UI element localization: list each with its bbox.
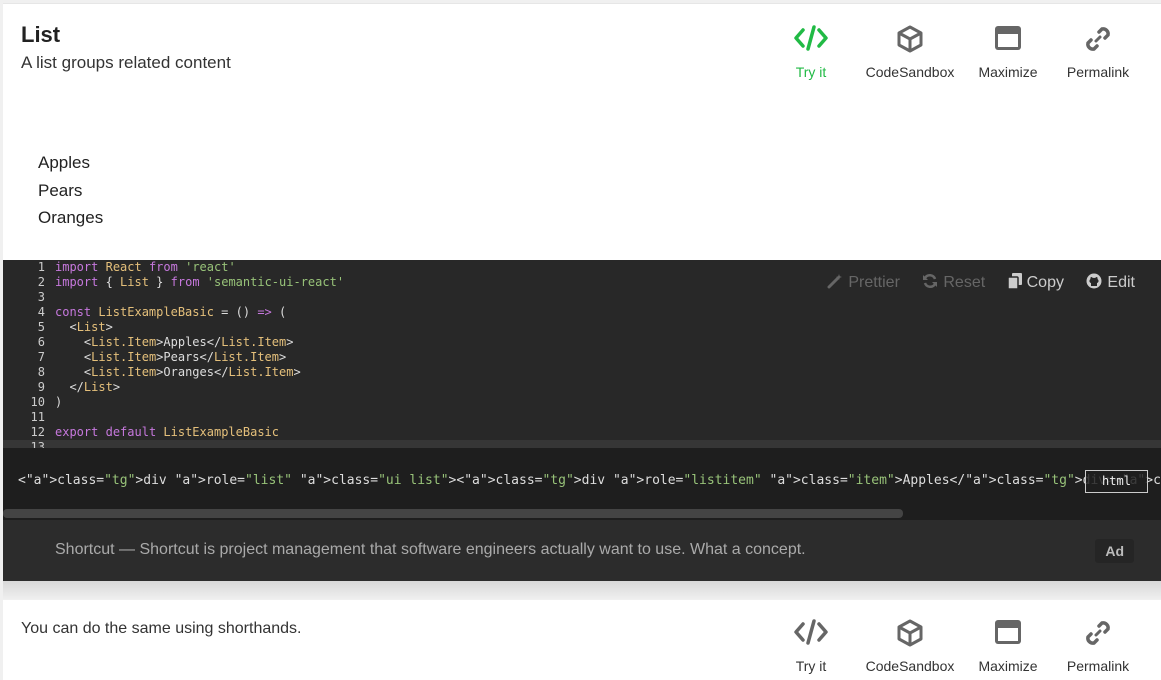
code-line: import { List } from 'semantic-ui-react' <box>55 275 345 289</box>
line-number: 7 <box>37 350 45 364</box>
prettier-button[interactable]: Prettier <box>827 273 900 292</box>
list-item: Apples <box>38 153 90 172</box>
example-title: List <box>21 22 61 47</box>
try-it-label: Try it <box>795 658 827 674</box>
line-number: 1 <box>37 260 45 274</box>
line-number: 3 <box>37 290 45 304</box>
copy-label: Copy <box>1026 274 1064 291</box>
try-it-label: Try it <box>795 64 827 80</box>
line-number: 5 <box>37 320 45 334</box>
line-number: 8 <box>37 365 45 379</box>
maximize-label: Maximize <box>978 64 1038 80</box>
line-number: 12 <box>30 425 45 439</box>
code-icon <box>761 25 861 57</box>
line-number: 6 <box>37 335 45 349</box>
code-line: <List.Item>Apples</List.Item> <box>83 335 294 349</box>
line-number: 10 <box>30 395 45 409</box>
prettier-label: Prettier <box>848 274 900 291</box>
codesandbox-label: CodeSandbox <box>865 64 955 80</box>
carbon-ad[interactable]: Shortcut — Shortcut is project managemen… <box>3 520 1161 581</box>
code-line: export default ListExampleBasic <box>55 425 279 439</box>
permalink-label: Permalink <box>1066 658 1130 674</box>
code-line: import React from 'react' <box>55 260 236 274</box>
code-line: <List.Item>Oranges</List.Item> <box>83 365 301 379</box>
ad-badge: Ad <box>1095 539 1134 563</box>
list-item: Pears <box>38 180 83 200</box>
code-actions: Prettier Reset Copy Edit <box>809 273 1135 292</box>
edit-button[interactable]: Edit <box>1086 273 1135 292</box>
code-line: <List> <box>69 320 113 334</box>
html-output[interactable]: <"a">class="tg">div "a">role="list" "a">… <box>3 448 1161 520</box>
try-it-button[interactable]: Try it <box>761 617 861 674</box>
try-it-button[interactable]: Try it <box>761 23 861 80</box>
code-line: </List> <box>69 380 121 394</box>
code-line: <List.Item>Pears</List.Item> <box>83 350 287 364</box>
line-number: 11 <box>30 410 45 424</box>
html-markup: <"a">class="tg">div "a">role="list" "a">… <box>18 473 1161 488</box>
reset-button[interactable]: Reset <box>922 273 985 292</box>
github-icon <box>1086 273 1102 289</box>
example-card-shorthands: You can do the same using shorthands. Tr… <box>3 600 1161 680</box>
reset-label: Reset <box>943 274 986 291</box>
code-editor[interactable]: 1 2 3 4 5 6 7 8 9 10 11 12 13 import Rea… <box>3 260 1161 454</box>
code-icon <box>761 619 861 651</box>
ad-text[interactable]: Shortcut — Shortcut is project managemen… <box>55 541 806 559</box>
codesandbox-label: CodeSandbox <box>865 658 955 674</box>
maximize-label: Maximize <box>978 658 1038 674</box>
card-shadow <box>3 581 1161 600</box>
window-maximize-icon <box>958 25 1058 57</box>
example-description: A list groups related content <box>21 53 231 72</box>
line-number: 4 <box>37 305 45 319</box>
cube-icon <box>860 619 960 651</box>
cube-icon <box>860 25 960 57</box>
list-item: Oranges <box>38 208 104 227</box>
maximize-button[interactable]: Maximize <box>958 23 1058 80</box>
code-line: ) <box>55 395 63 409</box>
copy-icon <box>1006 273 1022 290</box>
list-preview: Apples Pears Oranges <box>38 149 103 232</box>
line-number-gutter: 1 2 3 4 5 6 7 8 9 10 11 12 13 <box>3 260 48 454</box>
window-maximize-icon <box>958 619 1058 651</box>
permalink-label: Permalink <box>1066 64 1130 80</box>
line-number: 2 <box>37 275 45 289</box>
code-line: const ListExampleBasic = () => ( <box>55 305 287 319</box>
refresh-icon <box>923 273 938 289</box>
line-number: 9 <box>37 380 45 394</box>
link-icon <box>1048 619 1148 651</box>
permalink-button[interactable]: Permalink <box>1048 617 1148 674</box>
html-badge: html <box>1085 470 1148 493</box>
maximize-button[interactable]: Maximize <box>958 617 1058 674</box>
example-card: List A list groups related content Try i… <box>3 3 1161 260</box>
horizontal-scrollbar[interactable] <box>3 509 903 518</box>
example-description: You can do the same using shorthands. <box>21 620 302 637</box>
magic-wand-icon <box>827 274 843 289</box>
codesandbox-button[interactable]: CodeSandbox <box>860 617 960 674</box>
edit-label: Edit <box>1107 274 1135 291</box>
link-icon <box>1048 25 1148 57</box>
copy-button[interactable]: Copy <box>1006 273 1064 292</box>
permalink-button[interactable]: Permalink <box>1048 23 1148 80</box>
codesandbox-button[interactable]: CodeSandbox <box>860 23 960 80</box>
